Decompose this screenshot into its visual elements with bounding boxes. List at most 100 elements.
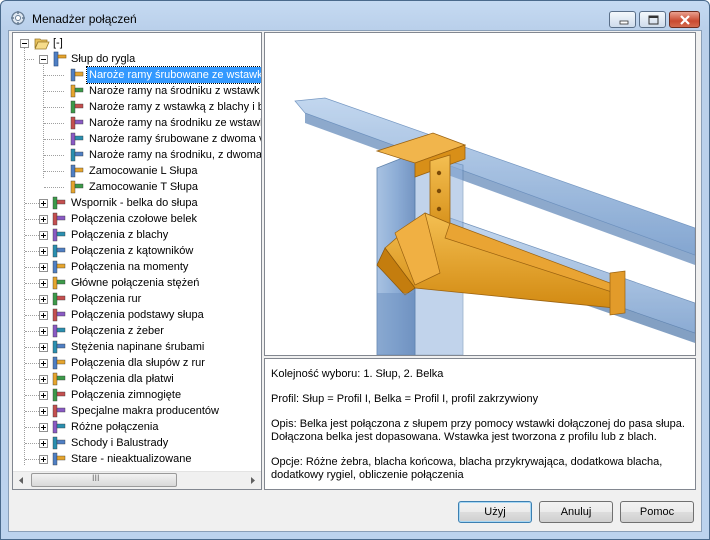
expand-toggle[interactable] [39, 455, 48, 464]
tree-category[interactable]: Różne połączenia [13, 419, 261, 435]
tree-category-label: Stężenia napinane śrubami [71, 341, 205, 353]
tree-category-label: Połączenia podstawy słupa [71, 309, 204, 321]
maximize-button[interactable] [639, 11, 666, 28]
expand-toggle[interactable] [39, 343, 48, 352]
scroll-right-icon[interactable] [244, 472, 261, 489]
expand-toggle[interactable] [39, 423, 48, 432]
scroll-left-icon[interactable] [13, 472, 30, 489]
help-button[interactable]: Pomoc [620, 501, 694, 523]
tree-group-label: Słup do rygla [71, 53, 136, 65]
tree-item-frame-connection[interactable]: Naroże ramy na środniku z wstawk [13, 83, 261, 99]
frame-corner-plate-icon [70, 100, 84, 114]
tree-category[interactable]: Stężenia napinane śrubami [13, 339, 261, 355]
dialog-client-area: [-] Słup do rygla Naroże ramy śrubowane … [8, 30, 702, 532]
tree-category-label: Połączenia dla płatwi [71, 373, 174, 385]
tree-category[interactable]: Połączenia z kątowników [13, 243, 261, 259]
minimize-button[interactable] [609, 11, 636, 28]
tree-category[interactable]: Połączenia dla słupów z rur [13, 355, 261, 371]
tree-category-label: Wspornik - belka do słupa [71, 197, 198, 209]
tree-category-label: Połączenia zimnogięte [71, 389, 182, 401]
title-bar[interactable]: Menadżer połączeń [1, 1, 709, 33]
expand-toggle[interactable] [39, 279, 48, 288]
tree-root-label: [-] [53, 37, 63, 49]
tree-item-frame-connection[interactable]: Naroże ramy śrubowane z dwoma v [13, 131, 261, 147]
tree-item-label: Naroże ramy na środniku ze wstawl [89, 117, 261, 129]
tree-item-frame-connection[interactable]: Naroże ramy z wstawką z blachy i b [13, 99, 261, 115]
misc-connection-icon [52, 420, 66, 434]
close-button[interactable] [669, 11, 700, 28]
expand-toggle[interactable] [39, 391, 48, 400]
tree-item-label: Naroże ramy na środniku z wstawk [89, 85, 260, 97]
tree-item-frame-connection[interactable]: Naroże ramy na środniku, z dwoma [13, 147, 261, 163]
tree-item-label: Naroże ramy śrubowane ze wstawk [86, 66, 261, 84]
close-icon [680, 15, 690, 25]
collapse-group-toggle[interactable] [39, 55, 48, 64]
cold-formed-icon [52, 388, 66, 402]
tree-category[interactable]: Połączenia rur [13, 291, 261, 307]
expand-toggle[interactable] [39, 263, 48, 272]
tree-group-column-to-beam[interactable]: Słup do rygla [13, 51, 261, 67]
tree-item-label: Naroże ramy śrubowane z dwoma v [89, 133, 261, 145]
scrollbar-thumb[interactable]: III [31, 473, 177, 487]
column-t-fixing-icon [70, 180, 84, 194]
expand-toggle[interactable] [39, 247, 48, 256]
expand-toggle[interactable] [39, 215, 48, 224]
tree-category[interactable]: Główne połączenia stężeń [13, 275, 261, 291]
apply-button[interactable]: Użyj [458, 501, 532, 523]
expand-toggle[interactable] [39, 199, 48, 208]
stairs-icon [52, 436, 66, 450]
expand-toggle[interactable] [39, 311, 48, 320]
collapse-root-toggle[interactable] [20, 39, 29, 48]
expand-toggle[interactable] [39, 295, 48, 304]
obsolete-icon [52, 452, 66, 466]
frame-corner-web-icon [70, 84, 84, 98]
expand-toggle[interactable] [39, 375, 48, 384]
tree-category[interactable]: Połączenia zimnogięte [13, 387, 261, 403]
open-folder-icon [34, 38, 50, 50]
tree-category[interactable]: Wspornik - belka do słupa [13, 195, 261, 211]
tree-category-label: Połączenia czołowe belek [71, 213, 197, 225]
tree-category-label: Połączenia rur [71, 293, 142, 305]
tree-category[interactable]: Połączenia czołowe belek [13, 211, 261, 227]
frame-corner-double-icon [70, 132, 84, 146]
selection-order-text: Kolejność wyboru: 1. Słup, 2. Belka [271, 368, 444, 380]
expand-toggle[interactable] [39, 231, 48, 240]
tree-item-frame-connection[interactable]: Naroże ramy śrubowane ze wstawk [13, 66, 261, 84]
horizontal-scrollbar[interactable]: III [13, 471, 261, 489]
tree-item-frame-connection[interactable]: Zamocowanie T Słupa [13, 179, 261, 195]
tree-category[interactable]: Połączenia dla płatwi [13, 371, 261, 387]
tree-root[interactable]: [-] [13, 35, 261, 51]
tree-category[interactable]: Połączenia z blachy [13, 227, 261, 243]
tree-category-label: Różne połączenia [71, 421, 159, 433]
manufacturer-macro-icon [52, 404, 66, 418]
description-text: Opis: Belka jest połączona z słupem przy… [271, 418, 685, 443]
expand-toggle[interactable] [39, 359, 48, 368]
tree-category[interactable]: Połączenia podstawy słupa [13, 307, 261, 323]
tree-category[interactable]: Połączenia z żeber [13, 323, 261, 339]
tree-item-frame-connection[interactable]: Zamocowanie L Słupa [13, 163, 261, 179]
tree-category[interactable]: Połączenia na momenty [13, 259, 261, 275]
tree-viewport: [-] Słup do rygla Naroże ramy śrubowane … [13, 33, 261, 473]
frame-corner-web-double-icon [70, 148, 84, 162]
stiffener-icon [52, 324, 66, 338]
tension-bracing-icon [52, 340, 66, 354]
tree-category-label: Połączenia z żeber [71, 325, 164, 337]
cancel-button[interactable]: Anuluj [539, 501, 613, 523]
minimize-icon [619, 20, 629, 25]
tree-category[interactable]: Stare - nieaktualizowane [13, 451, 261, 467]
tree-category[interactable]: Specjalne makra producentów [13, 403, 261, 419]
expand-toggle[interactable] [39, 327, 48, 336]
tree-category-label: Specjalne makra producentów [71, 405, 219, 417]
tree-category[interactable]: Schody i Balustrady [13, 435, 261, 451]
expand-toggle[interactable] [39, 407, 48, 416]
connection-tree[interactable]: [-] Słup do rygla Naroże ramy śrubowane … [12, 32, 262, 490]
tree-item-label: Naroże ramy na środniku, z dwoma [89, 149, 261, 161]
window-title: Menadżer połączeń [32, 12, 137, 26]
bracing-icon [52, 276, 66, 290]
frame-corner-web2-icon [70, 116, 84, 130]
tree-item-label: Zamocowanie L Słupa [89, 165, 198, 177]
tree-item-frame-connection[interactable]: Naroże ramy na środniku ze wstawl [13, 115, 261, 131]
tree-category-label: Stare - nieaktualizowane [71, 453, 192, 465]
moment-connection-icon [52, 260, 66, 274]
expand-toggle[interactable] [39, 439, 48, 448]
